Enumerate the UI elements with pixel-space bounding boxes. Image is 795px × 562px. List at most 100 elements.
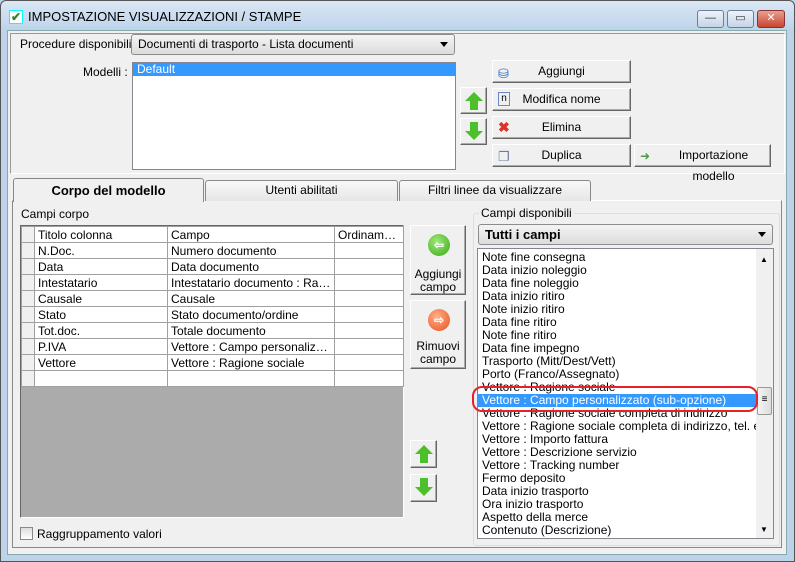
col-titolo[interactable]: Titolo colonna	[34, 226, 168, 243]
cell-campo[interactable]: Vettore : Campo personalizzato (...	[167, 338, 335, 355]
delete-model-label: Elimina	[541, 120, 582, 134]
col-ordinamento[interactable]: Ordinamento	[334, 226, 404, 243]
modelli-label: Modelli :	[83, 65, 128, 79]
table-row-empty[interactable]	[21, 370, 404, 387]
modelli-list[interactable]: Default	[132, 62, 456, 170]
fields-grid[interactable]: Titolo colonna Campo Ordinamento N.Doc. Num…	[20, 225, 404, 518]
chevron-down-icon	[758, 232, 766, 237]
cell-ordinamento[interactable]	[334, 338, 404, 355]
add-field-button[interactable]: ⇦ Aggiungi campo	[410, 225, 466, 295]
row-indicator[interactable]	[21, 338, 35, 355]
table-row[interactable]: N.Doc. Numero documento	[21, 242, 404, 259]
row-indicator[interactable]	[21, 322, 35, 339]
row-indicator[interactable]	[21, 258, 35, 275]
col-campo[interactable]: Campo	[167, 226, 335, 243]
list-item[interactable]: Contenuto (Descrizione)	[478, 524, 756, 537]
row-indicator[interactable]	[21, 370, 35, 387]
cell-titolo[interactable]: Data	[34, 258, 168, 275]
table-row[interactable]: Tot.doc. Totale documento	[21, 322, 404, 339]
table-row[interactable]: Intestatario Intestatario documento : Rag…	[21, 274, 404, 291]
row-indicator[interactable]	[21, 290, 35, 307]
cell-campo[interactable]: Totale documento	[167, 322, 335, 339]
import-model-button[interactable]: ➜ Importazione modello	[634, 144, 771, 183]
cell-titolo[interactable]: P.IVA	[34, 338, 168, 355]
cell-campo[interactable]: Vettore : Ragione sociale	[167, 354, 335, 371]
add-model-label: Aggiungi	[538, 64, 585, 78]
table-row[interactable]: P.IVAVettore : Campo personalizzato (...	[21, 338, 404, 355]
row-indicator[interactable]	[21, 274, 35, 291]
cell-titolo[interactable]: N.Doc.	[34, 242, 168, 259]
available-fields-label: Campi disponibili	[479, 206, 574, 220]
cell-titolo[interactable]: Vettore	[34, 354, 168, 371]
cell-titolo[interactable]: Causale	[34, 290, 168, 307]
cell-titolo[interactable]: Tot.doc.	[34, 322, 168, 339]
cell-titolo[interactable]: Stato	[34, 306, 168, 323]
procedure-value: Documenti di trasporto - Lista documenti	[138, 37, 354, 51]
field-move-down-button[interactable]	[410, 474, 437, 502]
highlight-ring	[472, 386, 758, 412]
cell-campo[interactable]: Stato documento/ordine	[167, 306, 335, 323]
scrollbar[interactable]: ▲ ≡ ▼	[756, 249, 773, 538]
model-move-down-button[interactable]	[460, 118, 487, 145]
model-move-up-button[interactable]	[460, 87, 487, 114]
scroll-thumb[interactable]: ≡	[757, 387, 772, 415]
app-check-icon: ✔	[9, 10, 23, 24]
cell-campo[interactable]: Numero documento	[167, 242, 335, 259]
row-indicator[interactable]	[21, 354, 35, 371]
delete-model-button[interactable]: ✖ Elimina	[492, 116, 631, 139]
duplicate-model-button[interactable]: ❐ Duplica	[492, 144, 631, 167]
row-indicator[interactable]	[21, 242, 35, 259]
import-icon: ➜	[640, 149, 651, 163]
modelli-item[interactable]: Default	[133, 63, 455, 76]
cell-ordinamento[interactable]	[334, 322, 404, 339]
grid-header: Titolo colonna Campo Ordinamento	[21, 226, 404, 243]
arrow-down-stem	[420, 478, 428, 487]
table-row[interactable]: Data Data documento	[21, 258, 404, 275]
close-button[interactable]: ✕	[757, 10, 785, 28]
cell-ordinamento[interactable]	[334, 370, 404, 387]
arrow-up-stem	[470, 101, 478, 110]
cell-campo[interactable]: Data documento	[167, 258, 335, 275]
maximize-button[interactable]: ▭	[727, 10, 754, 28]
filter-value: Tutti i campi	[485, 227, 561, 242]
cell-ordinamento[interactable]	[334, 290, 404, 307]
cell-campo[interactable]: Intestatario documento : Ragion...	[167, 274, 335, 291]
table-row[interactable]: Vettore Vettore : Ragione sociale	[21, 354, 404, 371]
cell-titolo[interactable]	[34, 370, 168, 387]
scroll-down-icon[interactable]: ▼	[760, 525, 768, 534]
add-model-button[interactable]: ⛁ Aggiungi	[492, 60, 631, 83]
cell-ordinamento[interactable]	[334, 306, 404, 323]
remove-field-button[interactable]: ⇨ Rimuovi campo	[410, 300, 466, 369]
grouping-checkbox[interactable]	[20, 527, 33, 540]
grouping-label: Raggruppamento valori	[37, 527, 162, 541]
scroll-up-icon[interactable]: ▲	[760, 255, 768, 264]
available-filter-select[interactable]: Tutti i campi	[478, 224, 773, 245]
table-row[interactable]: Causale Causale	[21, 290, 404, 307]
cell-ordinamento[interactable]	[334, 242, 404, 259]
tab-corpo-modello[interactable]: Corpo del modello	[13, 178, 204, 202]
rename-icon: n	[498, 92, 510, 106]
cell-titolo[interactable]: Intestatario	[34, 274, 168, 291]
duplicate-model-label: Duplica	[541, 148, 582, 162]
procedure-select[interactable]: Documenti di trasporto - Lista documenti	[131, 34, 455, 55]
window-title: IMPOSTAZIONE VISUALIZZAZIONI / STAMPE	[28, 9, 302, 24]
cell-ordinamento[interactable]	[334, 258, 404, 275]
table-row[interactable]: Stato Stato documento/ordine	[21, 306, 404, 323]
cell-campo[interactable]	[167, 370, 335, 387]
cell-ordinamento[interactable]	[334, 274, 404, 291]
cell-ordinamento[interactable]	[334, 354, 404, 371]
arrow-right-circle-icon: ⇨	[428, 309, 450, 331]
arrow-up-stem	[420, 454, 428, 463]
field-move-up-button[interactable]	[410, 440, 437, 468]
rename-model-label: Modifica nome	[522, 92, 601, 106]
cell-campo[interactable]: Causale	[167, 290, 335, 307]
minimize-button[interactable]: —	[697, 10, 724, 28]
row-indicator[interactable]	[21, 306, 35, 323]
chevron-down-icon	[440, 42, 448, 47]
tab-utenti-abilitati[interactable]: Utenti abilitati	[205, 180, 398, 201]
delete-x-icon: ✖	[498, 119, 510, 135]
add-field-label: Aggiungi campo	[414, 267, 462, 294]
arrow-up-icon	[464, 92, 483, 101]
rename-model-button[interactable]: n Modifica nome	[492, 88, 631, 111]
tab-filtri-linee[interactable]: Filtri linee da visualizzare	[399, 180, 591, 201]
